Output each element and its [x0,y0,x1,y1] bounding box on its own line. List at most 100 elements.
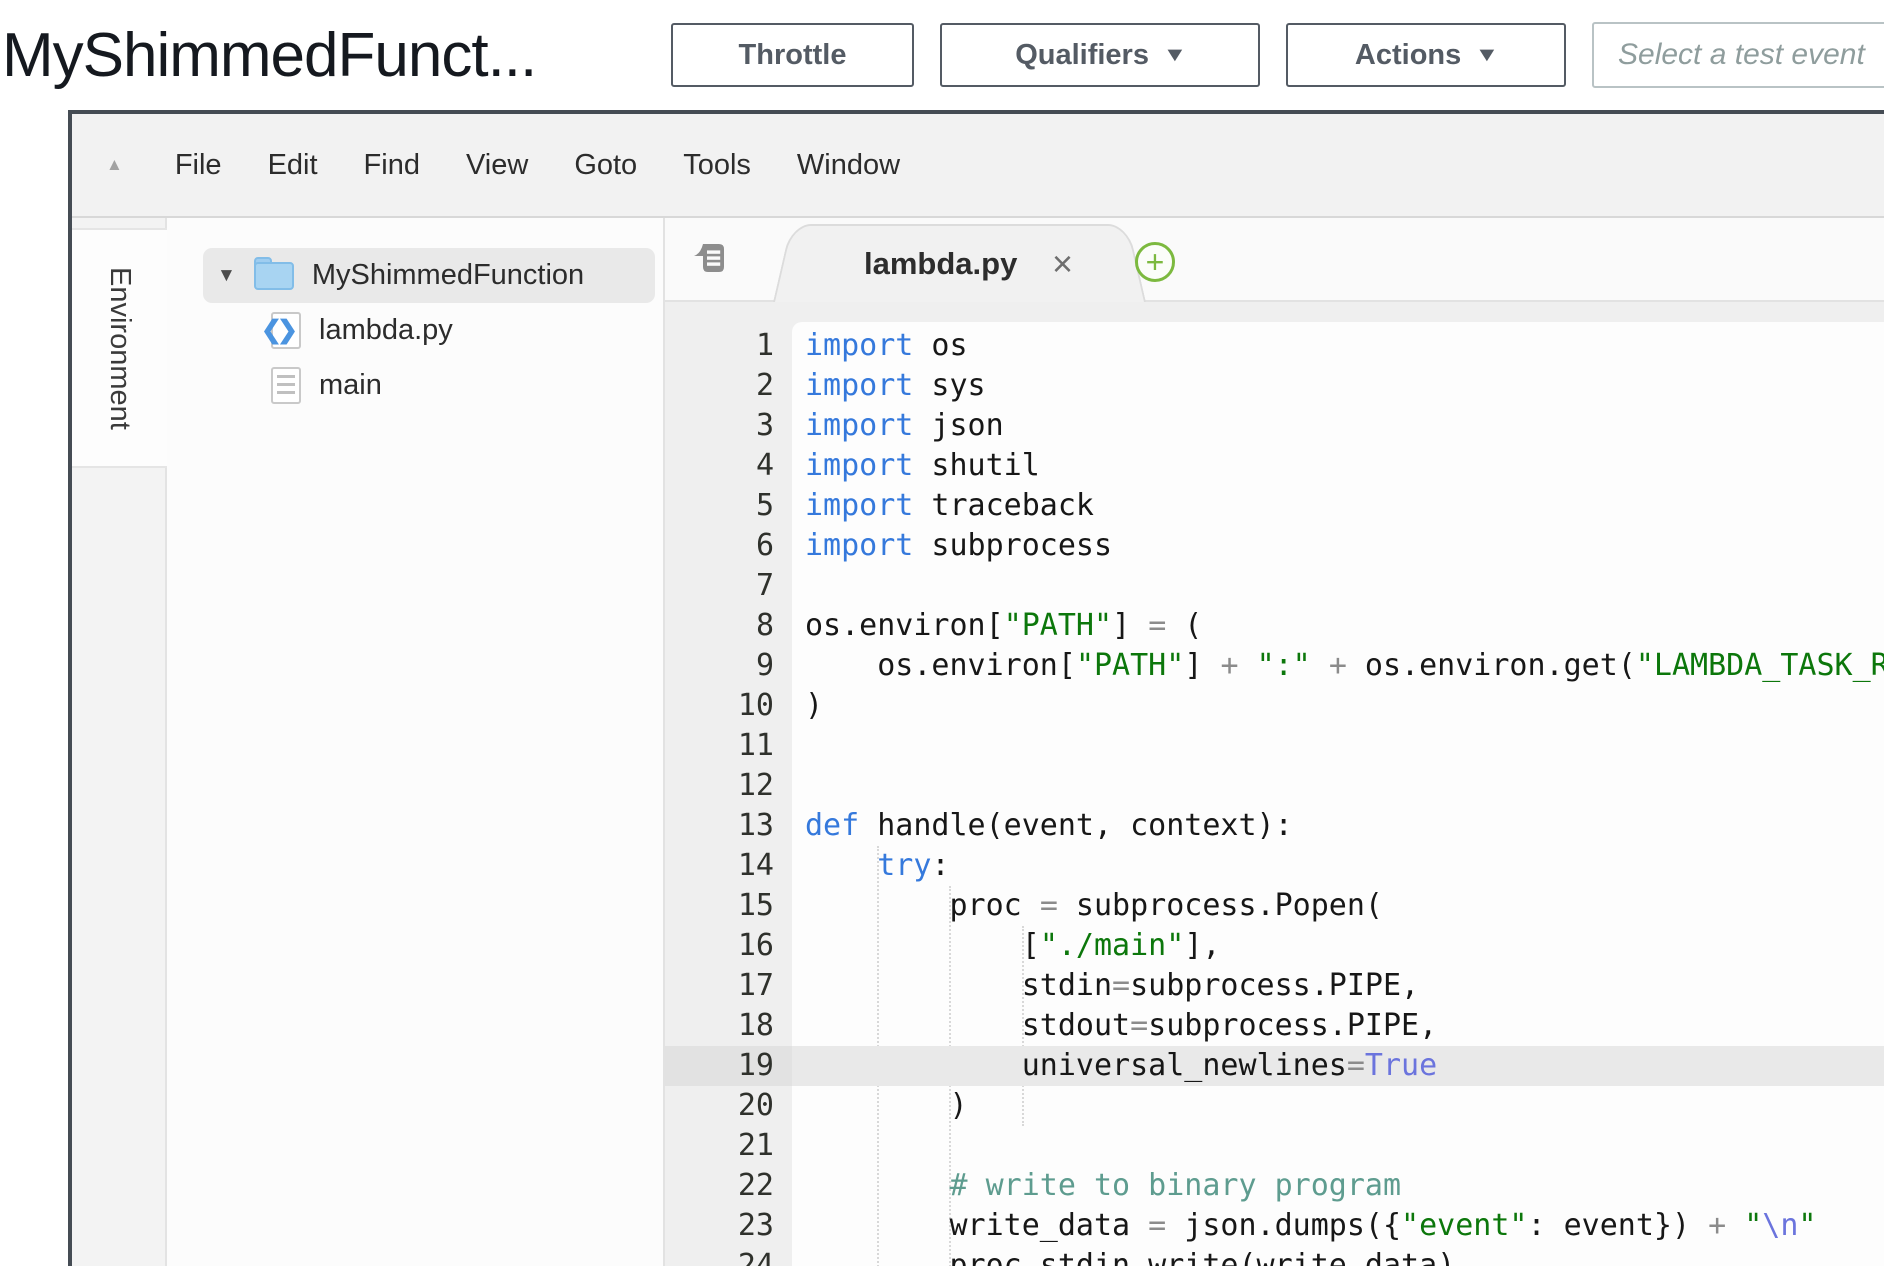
code-text: import os [792,326,968,366]
line-number: 3 [665,406,792,446]
code-text: stdout=subprocess.PIPE, [792,1006,1437,1046]
tree-file-row[interactable]: ❮❯ lambda.py [167,303,663,358]
tree-file-row[interactable]: main [167,358,663,413]
document-file-icon [271,367,301,404]
line-number: 5 [665,486,792,526]
code-line[interactable]: 24 proc.stdin.write(write_data) [665,1246,1884,1266]
actions-button-label: Actions [1355,39,1461,72]
line-number: 6 [665,526,792,566]
code-text: import shutil [792,446,1040,486]
code-text: import traceback [792,486,1094,526]
menu-item-window[interactable]: Window [797,149,900,182]
code-text: os.environ["PATH"] + ":" + os.environ.ge… [792,646,1884,686]
file-name: main [319,369,382,402]
tree-folder-row[interactable]: ▼ MyShimmedFunction [203,248,655,303]
menu-item-goto[interactable]: Goto [574,149,637,182]
qualifiers-button-label: Qualifiers [1015,39,1149,72]
code-line[interactable]: 21 [665,1126,1884,1166]
code-line[interactable]: 6import subprocess [665,526,1884,566]
code-text: proc = subprocess.Popen( [792,886,1383,926]
menu-item-file[interactable]: File [175,149,222,182]
test-event-select[interactable]: Select a test event [1592,22,1884,88]
line-number: 8 [665,606,792,646]
code-text: def handle(event, context): [792,806,1293,846]
chevron-down-icon: ▼ [1475,44,1500,67]
line-number: 12 [665,766,792,806]
tab-environment[interactable]: Environment [72,228,167,468]
line-number: 24 [665,1246,792,1266]
code-line[interactable]: 12 [665,766,1884,806]
code-text: proc.stdin.write(write_data) [792,1246,1455,1266]
code-text: ) [792,1086,968,1126]
folder-name: MyShimmedFunction [312,259,584,292]
code-line[interactable]: 23 write_data = json.dumps({"event": eve… [665,1206,1884,1246]
code-line[interactable]: 14 try: [665,846,1884,886]
code-text: ) [792,686,823,726]
close-tab-icon[interactable]: × [1052,243,1073,285]
code-line[interactable]: 3import json [665,406,1884,446]
environment-tab-label: Environment [103,267,136,430]
menu-items: File Edit Find View Goto Tools Window [175,149,946,182]
function-title: MyShimmedFunct... [0,20,645,91]
code-editor-panel: ▲ File Edit Find View Goto Tools Window Enviro… [68,110,1884,1266]
function-header: MyShimmedFunct... Throttle Qualifiers ▼ … [0,0,1884,110]
line-number: 23 [665,1206,792,1246]
code-text [792,566,805,606]
editor-pane: lambda.py × + 1import os2import sys3impo… [665,218,1884,1266]
code-line[interactable]: 7 [665,566,1884,606]
code-rows: 1import os2import sys3import json4import… [665,326,1884,1266]
code-line[interactable]: 15 proc = subprocess.Popen( [665,886,1884,926]
folder-icon [254,262,294,290]
code-line[interactable]: 5import traceback [665,486,1884,526]
code-text: import sys [792,366,986,406]
code-text: os.environ["PATH"] = ( [792,606,1202,646]
code-editor[interactable]: 1import os2import sys3import json4import… [665,302,1884,1266]
code-text: # write to binary program [792,1166,1401,1206]
folder-disclosure-icon[interactable]: ▼ [217,265,236,287]
code-line[interactable]: 4import shutil [665,446,1884,486]
line-number: 20 [665,1086,792,1126]
line-number: 16 [665,926,792,966]
test-event-placeholder: Select a test event [1618,38,1865,72]
code-line[interactable]: 8os.environ["PATH"] = ( [665,606,1884,646]
code-line[interactable]: 9 os.environ["PATH"] + ":" + os.environ.… [665,646,1884,686]
side-tab-strip: Environment [72,218,167,1266]
menu-item-edit[interactable]: Edit [268,149,318,182]
code-line[interactable]: 10) [665,686,1884,726]
menu-item-view[interactable]: View [466,149,528,182]
tab-lambda-py[interactable]: lambda.py × [772,224,1147,302]
code-text: ["./main"], [792,926,1220,966]
new-tab-button[interactable]: + [1135,242,1175,282]
actions-dropdown-button[interactable]: Actions ▼ [1286,23,1566,87]
code-line[interactable]: 11 [665,726,1884,766]
code-text: stdin=subprocess.PIPE, [792,966,1419,1006]
tab-list-icon[interactable] [689,240,729,283]
line-number: 9 [665,646,792,686]
code-line[interactable]: 2import sys [665,366,1884,406]
line-number: 15 [665,886,792,926]
throttle-button[interactable]: Throttle [671,23,914,87]
collapse-panel-icon[interactable]: ▲ [106,155,123,175]
qualifiers-dropdown-button[interactable]: Qualifiers ▼ [940,23,1260,87]
code-text [792,1126,805,1166]
code-line[interactable]: 16 ["./main"], [665,926,1884,966]
line-number: 7 [665,566,792,606]
menu-item-find[interactable]: Find [364,149,420,182]
code-line[interactable]: 18 stdout=subprocess.PIPE, [665,1006,1884,1046]
code-line[interactable]: 20 ) [665,1086,1884,1126]
file-name: lambda.py [319,314,453,347]
line-number: 17 [665,966,792,1006]
code-line[interactable]: 1import os [665,326,1884,366]
code-text: import subprocess [792,526,1112,566]
code-line[interactable]: 19 universal_newlines=True [665,1046,1884,1086]
menu-item-tools[interactable]: Tools [683,149,751,182]
code-line[interactable]: 13def handle(event, context): [665,806,1884,846]
code-line[interactable]: 22 # write to binary program [665,1166,1884,1206]
line-number: 4 [665,446,792,486]
line-number: 10 [665,686,792,726]
code-text [792,766,805,806]
code-file-icon: ❮❯ [271,312,301,349]
tab-title: lambda.py [864,246,1017,282]
code-line[interactable]: 17 stdin=subprocess.PIPE, [665,966,1884,1006]
line-number: 13 [665,806,792,846]
